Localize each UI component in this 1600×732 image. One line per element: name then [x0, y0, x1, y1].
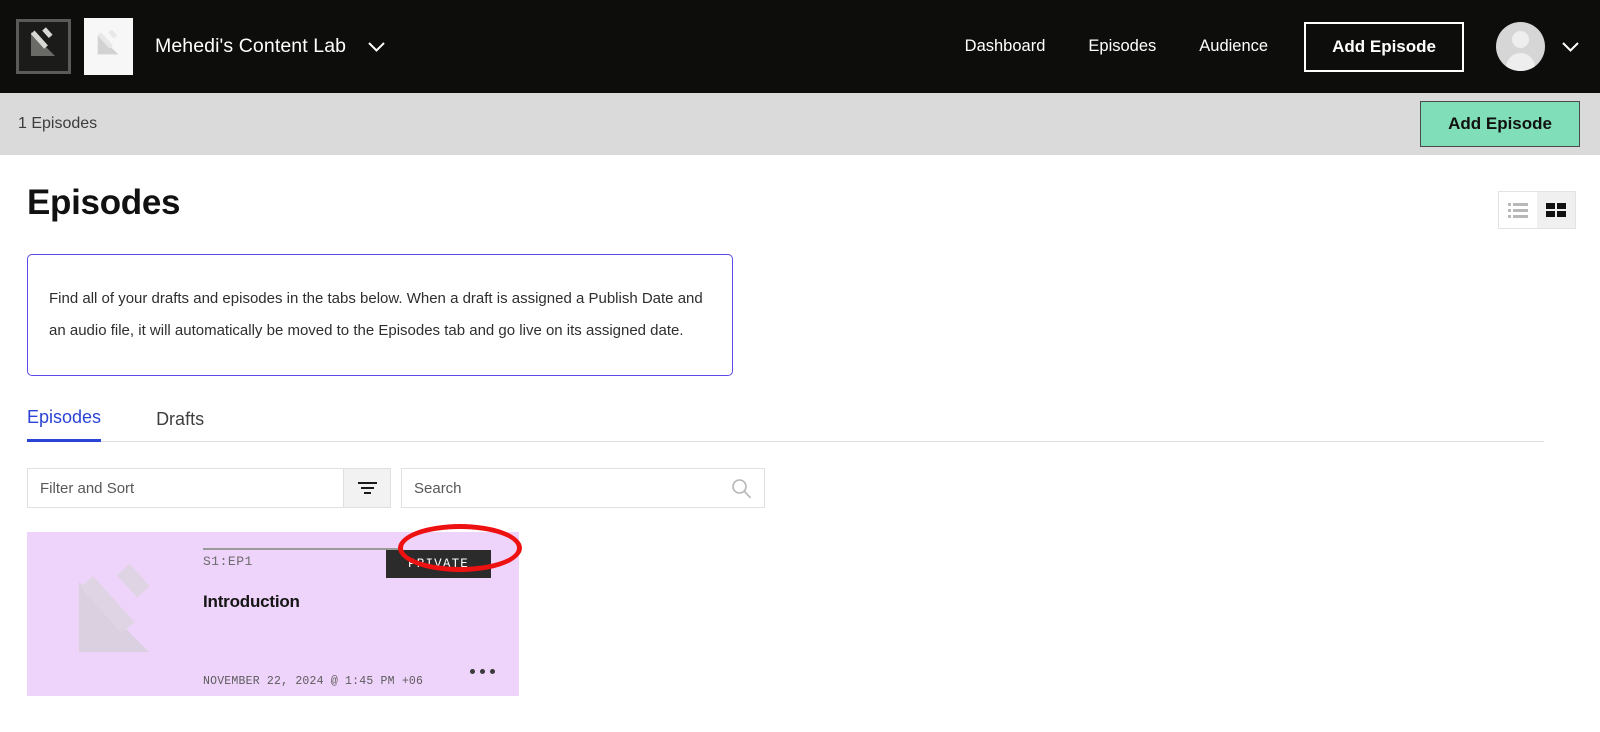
chevron-down-icon[interactable]: [1561, 41, 1580, 53]
episode-thumbnail: [27, 532, 203, 696]
account-menu[interactable]: [1496, 22, 1580, 71]
tab-episodes[interactable]: Episodes: [27, 407, 102, 442]
avatar[interactable]: [1496, 22, 1545, 71]
filter-and-sort-input[interactable]: [28, 469, 343, 507]
nav-link-audience[interactable]: Audience: [1199, 37, 1268, 56]
episode-publish-date: NOVEMBER 22, 2024 @ 1:45 PM +06: [203, 675, 424, 688]
broken-image-icon: [63, 560, 167, 669]
broken-image-icon: [93, 28, 125, 65]
info-banner-line-1: Find all of your drafts and episodes in …: [49, 290, 703, 307]
filter-and-sort-group: [27, 468, 391, 508]
avatar-body: [1506, 53, 1535, 71]
episode-card-grid: S1:EP1 PRIVATE Introduction NOVEMBER 22,…: [27, 532, 1576, 696]
logo-box-secondary[interactable]: [84, 18, 133, 75]
episode-card-body: S1:EP1 PRIVATE Introduction NOVEMBER 22,…: [203, 532, 519, 696]
info-banner-line-2: an audio file, it will automatically be …: [49, 322, 684, 339]
episode-title: Introduction: [203, 592, 300, 611]
more-options-icon[interactable]: [470, 669, 495, 674]
sub-toolbar: 1 Episodes Add Episode: [0, 93, 1600, 155]
page-title: Episodes: [27, 183, 181, 222]
nav-link-episodes[interactable]: Episodes: [1088, 37, 1156, 56]
logo-box[interactable]: [16, 19, 71, 74]
avatar-head: [1512, 31, 1529, 48]
top-navigation-bar: Mehedi's Content Lab Dashboard Episodes …: [0, 0, 1600, 93]
broken-image-icon: [27, 27, 61, 66]
episode-season-number: S1:EP1: [203, 554, 253, 569]
search-group: [401, 468, 765, 508]
brand-name: Mehedi's Content Lab: [155, 35, 347, 57]
filter-search-row: [27, 468, 1576, 508]
search-input[interactable]: [402, 479, 764, 497]
filter-button[interactable]: [343, 469, 390, 507]
add-episode-button-nav[interactable]: Add Episode: [1304, 21, 1464, 72]
tab-bar: Episodes Drafts: [27, 407, 1544, 442]
main-content: Episodes Find all of your drafts and epi…: [0, 155, 1600, 696]
chevron-down-icon[interactable]: [367, 41, 386, 53]
add-episode-button-primary[interactable]: Add Episode: [1420, 101, 1580, 147]
list-view-icon: [1508, 202, 1528, 218]
nav-right-group: Dashboard Episodes Audience Add Episode: [965, 21, 1580, 72]
episode-count-label: 1 Episodes: [18, 115, 98, 132]
view-toggle-group: [1498, 191, 1576, 229]
list-view-button[interactable]: [1499, 192, 1537, 228]
grid-view-icon: [1546, 203, 1566, 217]
episode-card[interactable]: S1:EP1 PRIVATE Introduction NOVEMBER 22,…: [27, 532, 519, 696]
tab-drafts[interactable]: Drafts: [156, 409, 204, 441]
episode-divider: [203, 548, 403, 550]
page-header: Episodes: [27, 155, 1576, 229]
grid-view-button[interactable]: [1537, 192, 1575, 228]
status-badge[interactable]: PRIVATE: [386, 550, 491, 578]
brand-group[interactable]: Mehedi's Content Lab: [16, 18, 386, 75]
nav-link-dashboard[interactable]: Dashboard: [965, 37, 1046, 56]
search-icon[interactable]: [731, 478, 752, 504]
info-banner: Find all of your drafts and episodes in …: [27, 254, 733, 376]
filter-funnel-icon: [357, 481, 377, 495]
